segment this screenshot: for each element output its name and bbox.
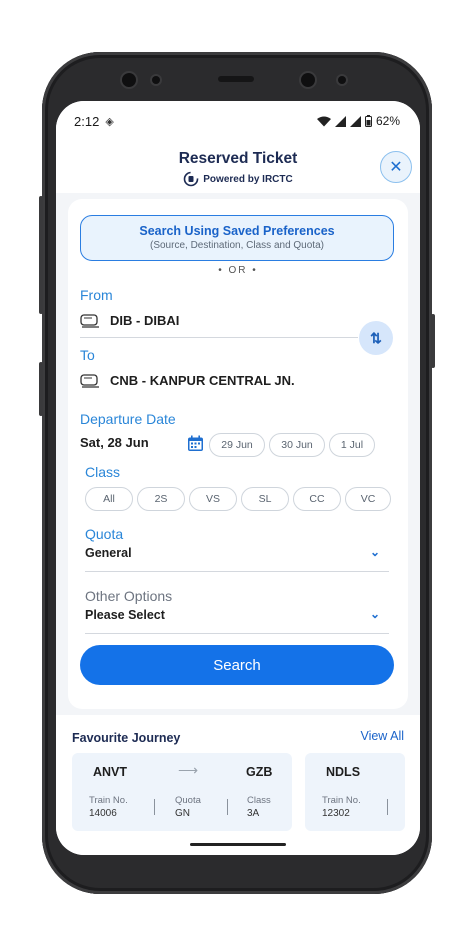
page-title: Reserved Ticket (178, 150, 298, 167)
class-value: 3A (247, 808, 260, 819)
other-options-label: Other Options (85, 588, 173, 604)
app-screen: 2:12 ◈ 62% Reserved Ticket Powered by IR… (56, 101, 420, 855)
saved-preferences-title: Search Using Saved Preferences (139, 224, 335, 238)
class-label: Class (85, 464, 121, 480)
separator (387, 799, 388, 815)
from-divider (80, 337, 358, 338)
favourite-journey-card[interactable]: NDLS Train No. 12302 (305, 753, 405, 831)
separator (227, 799, 228, 815)
to-label: To (80, 347, 95, 363)
signal-icon (334, 115, 346, 127)
saved-preferences-button[interactable]: Search Using Saved Preferences (Source, … (80, 215, 394, 261)
quota-value: GN (175, 808, 190, 819)
journey-to: GZB (246, 765, 273, 779)
arrow-right-icon: ⟶ (178, 762, 199, 778)
date-chip-1[interactable]: 29 Jun (209, 433, 265, 457)
journey-from: NDLS (326, 765, 361, 779)
date-chip-2[interactable]: 30 Jun (269, 433, 325, 457)
powered-by-text: Powered by IRCTC (203, 173, 293, 185)
powered-by: Powered by IRCTC (56, 171, 420, 187)
other-options-select[interactable]: Please Select (85, 608, 165, 622)
earpiece-speaker (218, 76, 254, 82)
class-chip-sl[interactable]: SL (241, 487, 289, 511)
sensor-right (338, 76, 346, 84)
date-chip-3[interactable]: 1 Jul (329, 433, 375, 457)
home-indicator[interactable] (190, 843, 286, 846)
search-button[interactable]: Search (80, 645, 394, 685)
train-no-value: 14006 (89, 808, 117, 819)
page-header: Reserved Ticket Powered by IRCTC ✕ (56, 141, 420, 193)
close-button[interactable]: ✕ (380, 151, 412, 183)
volume-button (39, 196, 43, 314)
departure-date-label: Departure Date (80, 411, 176, 427)
class-label: Class (247, 795, 271, 806)
sync-icon: ◈ (105, 115, 114, 128)
class-chip-all[interactable]: All (85, 487, 133, 511)
selected-date[interactable]: Sat, 28 Jun (80, 435, 149, 450)
favourite-journey-title: Favourite Journey (72, 731, 181, 745)
camera-bar (42, 52, 432, 104)
train-no-label: Train No. (322, 795, 361, 806)
status-time: 2:12 (74, 113, 100, 129)
class-chip-vs[interactable]: VS (189, 487, 237, 511)
battery-icon (364, 115, 372, 127)
or-separator: • OR • (218, 265, 258, 276)
swap-icon: ⇅ (370, 329, 382, 346)
signal-icon-2 (349, 115, 361, 127)
sensor (152, 76, 160, 84)
irctc-logo-icon (183, 171, 199, 187)
to-station-field[interactable]: CNB - KANPUR CENTRAL JN. (80, 373, 295, 388)
chevron-down-icon[interactable]: ⌄ (370, 545, 380, 559)
to-station-value: CNB - KANPUR CENTRAL JN. (110, 373, 295, 388)
calendar-icon[interactable] (187, 435, 204, 452)
quota-divider (85, 571, 389, 572)
status-bar: 2:12 ◈ 62% (56, 101, 420, 141)
swap-stations-button[interactable]: ⇅ (359, 321, 393, 355)
close-icon: ✕ (389, 159, 403, 176)
saved-preferences-subtitle: (Source, Destination, Class and Quota) (150, 240, 324, 251)
chevron-down-icon[interactable]: ⌄ (370, 607, 380, 621)
battery-level: 62% (375, 114, 400, 128)
from-station-field[interactable]: DIB - DIBAI (80, 313, 179, 328)
side-button-left (39, 362, 43, 416)
class-chip-cc[interactable]: CC (293, 487, 341, 511)
class-chip-2s[interactable]: 2S (137, 487, 185, 511)
wifi-icon (316, 116, 331, 126)
other-options-divider (85, 633, 389, 634)
class-chip-vc[interactable]: VC (345, 487, 391, 511)
from-label: From (80, 287, 113, 303)
favourite-journey-card[interactable]: ANVT ⟶ GZB Train No. 14006 Quota GN Clas… (72, 753, 292, 831)
journey-from: ANVT (93, 765, 128, 779)
quota-label: Quota (175, 795, 201, 806)
from-station-value: DIB - DIBAI (110, 313, 180, 328)
power-button (431, 314, 435, 368)
favourite-journeys-section: Favourite Journey View All ANVT ⟶ GZB Tr… (56, 715, 420, 855)
front-camera (301, 73, 315, 87)
train-icon (80, 373, 99, 388)
separator (154, 799, 155, 815)
view-all-link[interactable]: View All (360, 729, 404, 743)
quota-select[interactable]: General (85, 546, 132, 560)
train-icon (80, 313, 99, 328)
train-no-label: Train No. (89, 795, 128, 806)
train-no-value: 12302 (322, 808, 350, 819)
quota-label: Quota (85, 526, 124, 542)
search-form-card: Search Using Saved Preferences (Source, … (68, 199, 408, 709)
camera-lens (122, 73, 136, 87)
